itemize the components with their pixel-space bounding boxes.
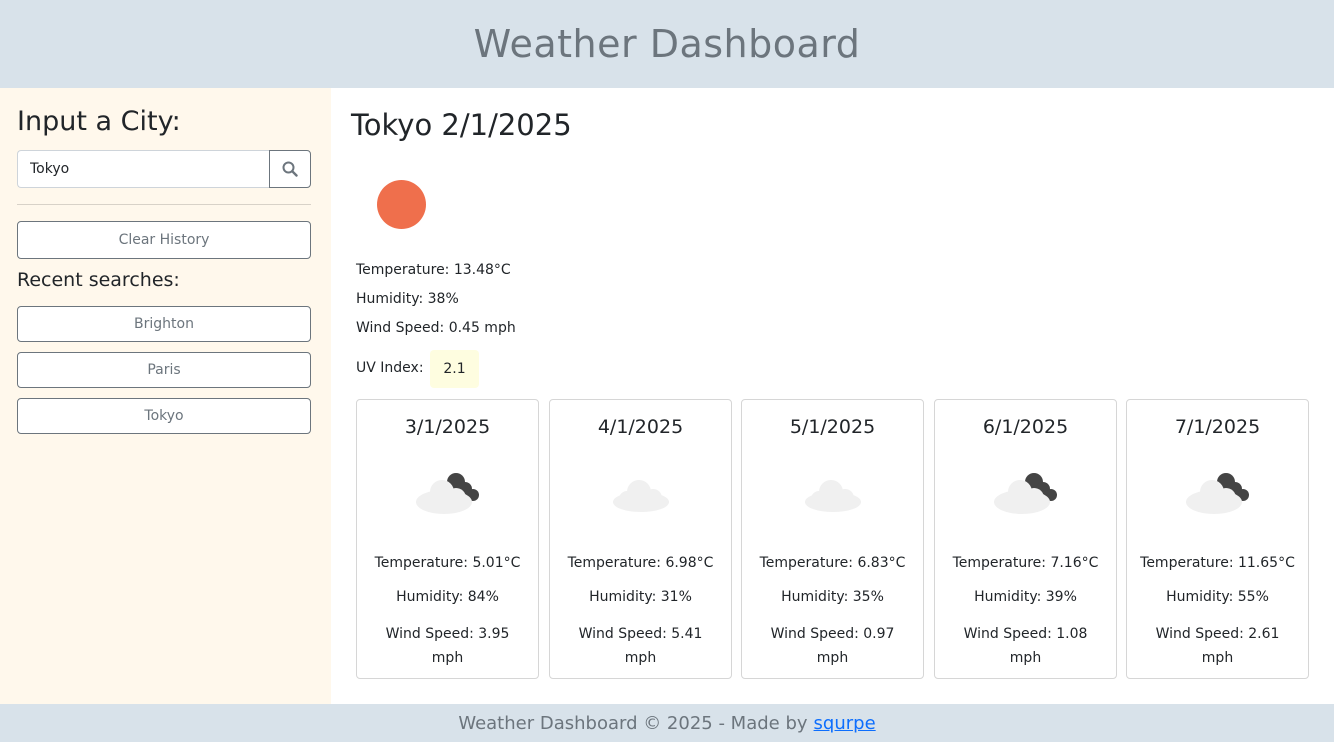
footer-text: Weather Dashboard © 2025 - Made by	[458, 712, 808, 734]
search-button[interactable]	[269, 150, 311, 188]
forecast-wind-speed: Wind Speed: 1.08 mph	[963, 626, 1088, 666]
forecast-humidity: Humidity: 55%	[1166, 589, 1269, 605]
clear-history-button[interactable]: Clear History	[17, 221, 311, 259]
forecast-card: 7/1/2025 Temperature: 11.65°C Humidity: …	[1126, 399, 1309, 679]
page-title: Weather Dashboard	[473, 22, 861, 66]
forecast-card: 3/1/2025 Temperature: 5.01°C Humidity: 8…	[356, 399, 539, 679]
forecast-humidity: Humidity: 39%	[974, 589, 1077, 605]
search-icon	[282, 161, 298, 177]
uv-index-badge: 2.1	[430, 350, 479, 388]
forecast-date: 6/1/2025	[982, 416, 1069, 438]
night-cloudy-icon	[993, 473, 1057, 514]
forecast-date: 7/1/2025	[1174, 416, 1261, 438]
recent-searches-title: Recent searches:	[17, 269, 180, 291]
current-wind-speed: Wind Speed: 0.45 mph	[356, 320, 516, 336]
forecast-card: 4/1/2025 Temperature: 6.98°C Humidity: 3…	[549, 399, 732, 679]
forecast-date: 4/1/2025	[597, 416, 684, 438]
forecast-wind-speed: Wind Speed: 2.61 mph	[1155, 626, 1280, 666]
city-search-input[interactable]	[17, 150, 270, 188]
forecast-temperature: Temperature: 5.01°C	[374, 555, 521, 571]
page-header: Weather Dashboard	[0, 0, 1334, 88]
cloud-icon	[804, 480, 861, 512]
cloud-icon	[612, 480, 669, 512]
current-humidity: Humidity: 38%	[356, 291, 459, 307]
night-cloudy-icon	[415, 473, 479, 514]
forecast-card: 6/1/2025 Temperature: 7.16°C Humidity: 3…	[934, 399, 1117, 679]
author-link[interactable]: squrpe	[814, 713, 876, 734]
forecast-wind-speed: Wind Speed: 5.41 mph	[578, 626, 703, 666]
current-temperature: Temperature: 13.48°C	[356, 262, 511, 278]
forecast-card: 5/1/2025 Temperature: 6.83°C Humidity: 3…	[741, 399, 924, 679]
forecast-humidity: Humidity: 31%	[589, 589, 692, 605]
forecast-humidity: Humidity: 35%	[781, 589, 884, 605]
forecast-wind-speed: Wind Speed: 3.95 mph	[385, 626, 510, 666]
forecast-date: 3/1/2025	[404, 416, 491, 438]
forecast-temperature: Temperature: 6.98°C	[567, 555, 714, 571]
forecast-wind-speed: Wind Speed: 0.97 mph	[770, 626, 895, 666]
forecast-temperature: Temperature: 7.16°C	[952, 555, 1099, 571]
history-item-tokyo[interactable]: Tokyo	[17, 398, 311, 434]
history-item-paris[interactable]: Paris	[17, 352, 311, 388]
search-group	[17, 150, 311, 188]
sidebar-heading: Input a City:	[17, 106, 181, 137]
forecast-temperature: Temperature: 6.83°C	[759, 555, 906, 571]
uv-index-label: UV Index:	[356, 360, 424, 376]
history-item-brighton[interactable]: Brighton	[17, 306, 311, 342]
forecast-temperature: Temperature: 11.65°C	[1140, 555, 1295, 571]
page-footer: Weather Dashboard © 2025 - Made by squrp…	[0, 704, 1334, 742]
sun-icon	[377, 180, 426, 229]
forecast-date: 5/1/2025	[789, 416, 876, 438]
night-cloudy-icon	[1185, 473, 1249, 514]
current-city-title: Tokyo 2/1/2025	[351, 108, 572, 142]
sidebar-divider	[17, 204, 311, 205]
forecast-humidity: Humidity: 84%	[396, 589, 499, 605]
